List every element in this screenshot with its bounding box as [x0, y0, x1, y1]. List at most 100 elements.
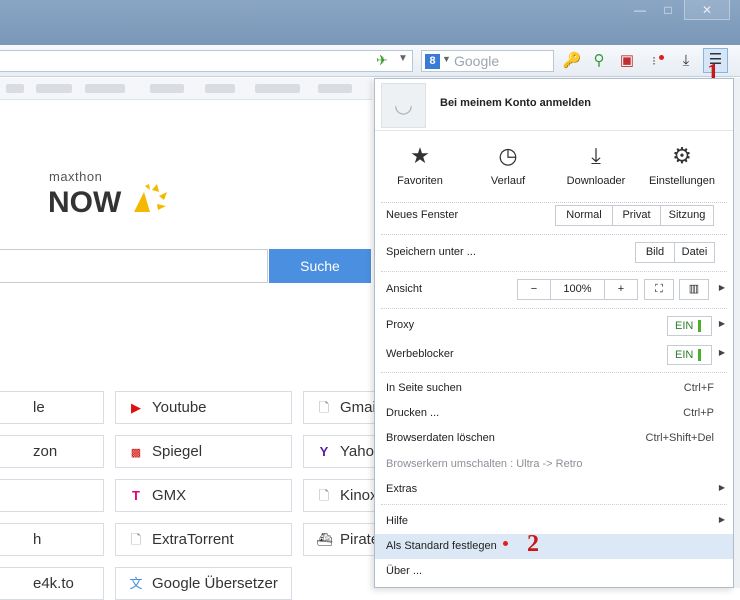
tile-item[interactable]: zon [0, 435, 104, 468]
history-button[interactable]: ◷ Verlauf [463, 141, 553, 193]
session-window-button[interactable]: Sitzung [660, 206, 713, 225]
gear-icon: ⚙ [672, 143, 692, 168]
downloader-button[interactable]: ⤓ Downloader [551, 141, 641, 193]
save-image-button[interactable]: Bild [636, 243, 674, 262]
help-item[interactable]: Hilfe ▶ [375, 509, 733, 534]
tile-youtube[interactable]: ▶ Youtube [115, 391, 292, 424]
bookmark-item[interactable] [150, 84, 184, 93]
divider [381, 308, 727, 309]
tile-pirate[interactable]: ⛴ Pirate [303, 523, 383, 556]
bookmark-item[interactable] [318, 84, 352, 93]
tile-google-translate[interactable]: 文 Google Übersetzer [115, 567, 292, 600]
address-dropdown-icon[interactable]: ▼ [398, 53, 408, 64]
tile-extratorrent[interactable]: 🗋 ExtraTorrent [115, 523, 292, 556]
split-view-icon: ▥ [688, 283, 700, 295]
key-icon[interactable]: 🔑 [562, 51, 582, 71]
bookmarks-bar [0, 78, 372, 100]
switch-engine-item[interactable]: Browserkern umschalten : Ultra -> Retro [375, 452, 733, 477]
save-as-row: Speichern unter ... Bild Datei [375, 240, 733, 265]
adblock-row[interactable]: Werbeblocker EIN ▶ [375, 342, 733, 367]
about-item[interactable]: Über ... [375, 559, 733, 584]
submenu-arrow-icon: ▶ [718, 348, 725, 357]
divider [381, 504, 727, 505]
divider [381, 234, 727, 235]
account-label: Bei meinem Konto anmelden [440, 97, 591, 109]
tile-spiegel[interactable]: ▩ Spiegel [115, 435, 292, 468]
page-icon: 🗋 [130, 532, 142, 547]
zoom-control: − 100% + [517, 279, 638, 300]
bookmark-item[interactable] [36, 84, 72, 93]
bookmark-item[interactable] [6, 84, 24, 93]
address-bar[interactable] [0, 50, 413, 72]
set-default-item[interactable]: Als Standard festlegen 2 [375, 531, 733, 559]
bookmark-item[interactable] [255, 84, 300, 93]
adblock-toggle[interactable]: EIN [667, 345, 712, 365]
download-icon: ⤓ [591, 143, 601, 168]
close-button[interactable]: ✕ [684, 0, 730, 20]
normal-window-button[interactable]: Normal [556, 206, 612, 225]
spiegel-icon: ▩ [130, 447, 142, 459]
tile-item[interactable] [0, 479, 104, 512]
tile-gmail[interactable]: 🗋 Gmai [303, 391, 383, 424]
zoom-in-button[interactable]: + [604, 280, 637, 299]
translate-icon: 文 [129, 576, 143, 591]
annotation-two: 2 [527, 531, 539, 557]
split-view-button[interactable]: ▥ [679, 279, 709, 300]
submenu-arrow-icon: ▶ [718, 283, 725, 292]
telekom-icon: T [132, 488, 140, 503]
private-window-button[interactable]: Privat [612, 206, 660, 225]
scrollbar[interactable] [734, 78, 740, 588]
title-bar: — □ ✕ [0, 0, 740, 45]
save-file-button[interactable]: Datei [674, 243, 714, 262]
search-box[interactable]: 8 ▼ Google [421, 50, 554, 72]
zoom-level: 100% [550, 280, 604, 299]
star-icon: ★ [410, 143, 430, 168]
speed-dial-icon[interactable]: ✈ [376, 52, 388, 69]
avatar[interactable]: ◡ [381, 83, 426, 128]
page-content: maxthon NOW Suche le ▶ Youtube 🗋 Gmai zon … [0, 101, 383, 600]
tile-kinox[interactable]: 🗋 Kinox [303, 479, 383, 512]
main-menu: ◡ Bei meinem Konto anmelden ★ Favoriten … [374, 78, 734, 588]
clear-data-item[interactable]: Browserdaten löschen Ctrl+Shift+Del [375, 426, 733, 451]
fullscreen-icon: ⛶ [655, 283, 663, 295]
new-window-row: Neues Fenster Normal Privat Sitzung [375, 203, 733, 228]
pirate-icon: ⛴ [316, 532, 333, 547]
new-window-options: Normal Privat Sitzung [555, 205, 714, 226]
tile-item[interactable]: h [0, 523, 104, 556]
page-search-input[interactable] [0, 249, 268, 283]
download-icon[interactable]: ⤓ [676, 51, 696, 71]
submenu-arrow-icon: ▶ [718, 483, 725, 492]
tile-item[interactable]: e4k.to [0, 567, 104, 600]
account-row[interactable]: ◡ Bei meinem Konto anmelden [375, 79, 733, 131]
magnifier-icon[interactable]: ⚲ [589, 51, 609, 71]
clock-icon: ◷ [498, 143, 518, 168]
maximize-button[interactable]: □ [655, 0, 681, 20]
tile-item[interactable]: le [0, 391, 104, 424]
submenu-arrow-icon: ▶ [718, 319, 725, 328]
engine-dropdown-icon[interactable]: ▼ [442, 54, 451, 64]
page-icon: 🗋 [318, 400, 330, 415]
tile-yahoo[interactable]: Y Yaho [303, 435, 383, 468]
save-as-options: Bild Datei [635, 242, 715, 263]
search-placeholder: Google [454, 53, 500, 69]
print-item[interactable]: Drucken ... Ctrl+P [375, 401, 733, 426]
favorites-button[interactable]: ★ Favoriten [375, 141, 465, 193]
search-engine-icon[interactable]: 8 [425, 54, 440, 69]
extras-item[interactable]: Extras ▶ [375, 477, 733, 502]
proxy-row[interactable]: Proxy EIN ▶ [375, 313, 733, 338]
bookmark-item[interactable] [85, 84, 125, 93]
divider [381, 372, 727, 373]
submenu-arrow-icon: ▶ [718, 515, 725, 524]
proxy-toggle[interactable]: EIN [667, 316, 712, 336]
minimize-button[interactable]: — [627, 0, 653, 20]
bookmark-item[interactable] [205, 84, 235, 93]
tile-gmx[interactable]: T GMX [115, 479, 292, 512]
find-in-page-item[interactable]: In Seite suchen Ctrl+F [375, 376, 733, 401]
snapshot-icon[interactable]: ⁝ [644, 51, 664, 71]
page-search-button[interactable]: Suche [269, 249, 371, 283]
notification-dot [659, 55, 664, 60]
settings-button[interactable]: ⚙ Einstellungen [637, 141, 727, 193]
fullscreen-button[interactable]: ⛶ [644, 279, 674, 300]
zoom-out-button[interactable]: − [518, 280, 550, 299]
screenshot-icon[interactable]: ▣ [617, 51, 637, 71]
